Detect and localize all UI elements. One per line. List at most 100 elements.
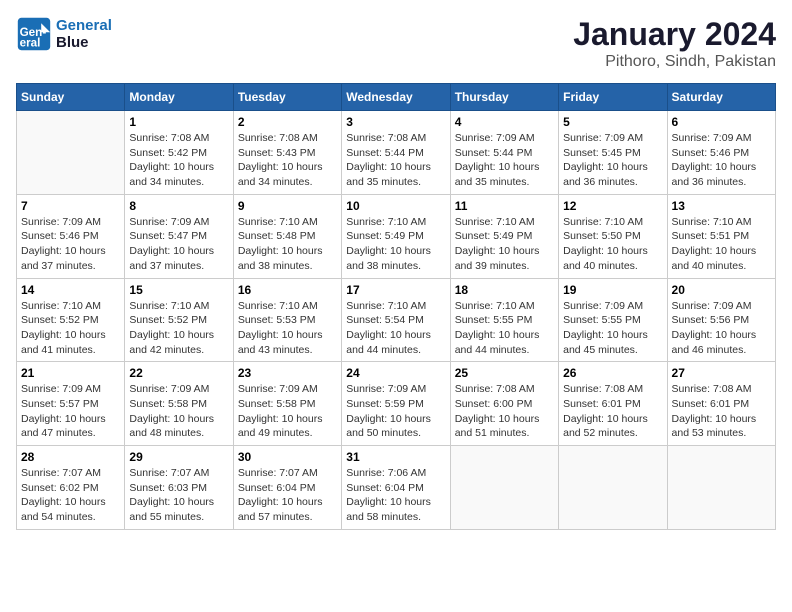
month-title: January 2024 [573,16,776,53]
calendar-day-cell: 16 Sunrise: 7:10 AMSunset: 5:53 PMDaylig… [233,278,341,362]
calendar-day-cell: 2 Sunrise: 7:08 AMSunset: 5:43 PMDayligh… [233,111,341,195]
calendar-day-cell: 19 Sunrise: 7:09 AMSunset: 5:55 PMDaylig… [559,278,667,362]
calendar-week-row: 1 Sunrise: 7:08 AMSunset: 5:42 PMDayligh… [17,111,776,195]
calendar-day-cell: 12 Sunrise: 7:10 AMSunset: 5:50 PMDaylig… [559,194,667,278]
day-number: 18 [455,283,554,297]
day-number: 1 [129,115,228,129]
day-number: 2 [238,115,337,129]
day-detail: Sunrise: 7:10 AMSunset: 5:55 PMDaylight:… [455,299,554,358]
day-number: 25 [455,366,554,380]
calendar-day-header: Thursday [450,84,558,111]
calendar-week-row: 28 Sunrise: 7:07 AMSunset: 6:02 PMDaylig… [17,446,776,530]
calendar-day-cell: 20 Sunrise: 7:09 AMSunset: 5:56 PMDaylig… [667,278,775,362]
day-number: 11 [455,199,554,213]
calendar-day-cell [450,446,558,530]
day-detail: Sunrise: 7:10 AMSunset: 5:49 PMDaylight:… [346,215,445,274]
day-number: 19 [563,283,662,297]
calendar-day-cell [559,446,667,530]
day-detail: Sunrise: 7:09 AMSunset: 5:46 PMDaylight:… [672,131,771,190]
day-number: 29 [129,450,228,464]
calendar-day-header: Saturday [667,84,775,111]
day-number: 7 [21,199,120,213]
day-number: 26 [563,366,662,380]
day-detail: Sunrise: 7:09 AMSunset: 5:45 PMDaylight:… [563,131,662,190]
day-detail: Sunrise: 7:09 AMSunset: 5:56 PMDaylight:… [672,299,771,358]
day-detail: Sunrise: 7:10 AMSunset: 5:48 PMDaylight:… [238,215,337,274]
calendar-day-cell: 23 Sunrise: 7:09 AMSunset: 5:58 PMDaylig… [233,362,341,446]
calendar-day-cell: 11 Sunrise: 7:10 AMSunset: 5:49 PMDaylig… [450,194,558,278]
title-area: January 2024 Pithoro, Sindh, Pakistan [573,16,776,71]
logo: Gen- eral General Blue [16,16,112,52]
calendar-day-cell: 6 Sunrise: 7:09 AMSunset: 5:46 PMDayligh… [667,111,775,195]
day-number: 17 [346,283,445,297]
calendar-week-row: 7 Sunrise: 7:09 AMSunset: 5:46 PMDayligh… [17,194,776,278]
day-detail: Sunrise: 7:10 AMSunset: 5:49 PMDaylight:… [455,215,554,274]
calendar-day-cell: 5 Sunrise: 7:09 AMSunset: 5:45 PMDayligh… [559,111,667,195]
calendar-day-cell: 27 Sunrise: 7:08 AMSunset: 6:01 PMDaylig… [667,362,775,446]
calendar-day-cell: 26 Sunrise: 7:08 AMSunset: 6:01 PMDaylig… [559,362,667,446]
day-number: 22 [129,366,228,380]
day-detail: Sunrise: 7:08 AMSunset: 5:43 PMDaylight:… [238,131,337,190]
day-detail: Sunrise: 7:10 AMSunset: 5:52 PMDaylight:… [21,299,120,358]
day-number: 30 [238,450,337,464]
svg-text:eral: eral [20,37,41,50]
day-detail: Sunrise: 7:09 AMSunset: 5:57 PMDaylight:… [21,382,120,441]
day-detail: Sunrise: 7:07 AMSunset: 6:02 PMDaylight:… [21,466,120,525]
calendar-day-cell: 29 Sunrise: 7:07 AMSunset: 6:03 PMDaylig… [125,446,233,530]
day-number: 15 [129,283,228,297]
day-number: 20 [672,283,771,297]
calendar-day-cell: 9 Sunrise: 7:10 AMSunset: 5:48 PMDayligh… [233,194,341,278]
calendar-day-cell: 13 Sunrise: 7:10 AMSunset: 5:51 PMDaylig… [667,194,775,278]
day-detail: Sunrise: 7:08 AMSunset: 6:01 PMDaylight:… [563,382,662,441]
calendar-day-cell: 3 Sunrise: 7:08 AMSunset: 5:44 PMDayligh… [342,111,450,195]
day-detail: Sunrise: 7:09 AMSunset: 5:46 PMDaylight:… [21,215,120,274]
day-detail: Sunrise: 7:07 AMSunset: 6:03 PMDaylight:… [129,466,228,525]
calendar-header-row: SundayMondayTuesdayWednesdayThursdayFrid… [17,84,776,111]
calendar-day-cell: 7 Sunrise: 7:09 AMSunset: 5:46 PMDayligh… [17,194,125,278]
day-number: 6 [672,115,771,129]
day-number: 10 [346,199,445,213]
calendar-day-cell: 10 Sunrise: 7:10 AMSunset: 5:49 PMDaylig… [342,194,450,278]
day-detail: Sunrise: 7:10 AMSunset: 5:52 PMDaylight:… [129,299,228,358]
calendar-day-cell: 30 Sunrise: 7:07 AMSunset: 6:04 PMDaylig… [233,446,341,530]
day-number: 8 [129,199,228,213]
logo-text: General Blue [56,17,112,51]
day-detail: Sunrise: 7:08 AMSunset: 5:44 PMDaylight:… [346,131,445,190]
day-number: 24 [346,366,445,380]
day-number: 14 [21,283,120,297]
day-detail: Sunrise: 7:09 AMSunset: 5:47 PMDaylight:… [129,215,228,274]
day-detail: Sunrise: 7:10 AMSunset: 5:51 PMDaylight:… [672,215,771,274]
day-number: 21 [21,366,120,380]
calendar-day-cell: 25 Sunrise: 7:08 AMSunset: 6:00 PMDaylig… [450,362,558,446]
day-number: 28 [21,450,120,464]
day-number: 13 [672,199,771,213]
calendar-week-row: 21 Sunrise: 7:09 AMSunset: 5:57 PMDaylig… [17,362,776,446]
calendar-day-cell: 24 Sunrise: 7:09 AMSunset: 5:59 PMDaylig… [342,362,450,446]
day-detail: Sunrise: 7:09 AMSunset: 5:58 PMDaylight:… [238,382,337,441]
calendar-day-header: Monday [125,84,233,111]
day-detail: Sunrise: 7:09 AMSunset: 5:58 PMDaylight:… [129,382,228,441]
day-detail: Sunrise: 7:08 AMSunset: 6:01 PMDaylight:… [672,382,771,441]
calendar-day-cell [667,446,775,530]
day-detail: Sunrise: 7:09 AMSunset: 5:55 PMDaylight:… [563,299,662,358]
day-detail: Sunrise: 7:09 AMSunset: 5:44 PMDaylight:… [455,131,554,190]
day-detail: Sunrise: 7:06 AMSunset: 6:04 PMDaylight:… [346,466,445,525]
calendar-day-cell: 22 Sunrise: 7:09 AMSunset: 5:58 PMDaylig… [125,362,233,446]
day-detail: Sunrise: 7:10 AMSunset: 5:50 PMDaylight:… [563,215,662,274]
calendar-day-cell [17,111,125,195]
logo-icon: Gen- eral [16,16,52,52]
day-number: 23 [238,366,337,380]
calendar-day-cell: 1 Sunrise: 7:08 AMSunset: 5:42 PMDayligh… [125,111,233,195]
day-number: 5 [563,115,662,129]
calendar-day-cell: 17 Sunrise: 7:10 AMSunset: 5:54 PMDaylig… [342,278,450,362]
calendar-day-cell: 14 Sunrise: 7:10 AMSunset: 5:52 PMDaylig… [17,278,125,362]
calendar-day-header: Wednesday [342,84,450,111]
calendar-day-cell: 8 Sunrise: 7:09 AMSunset: 5:47 PMDayligh… [125,194,233,278]
day-number: 31 [346,450,445,464]
page-header: Gen- eral General Blue January 2024 Pith… [16,16,776,71]
calendar-day-header: Tuesday [233,84,341,111]
location-title: Pithoro, Sindh, Pakistan [573,53,776,71]
day-number: 12 [563,199,662,213]
day-detail: Sunrise: 7:08 AMSunset: 5:42 PMDaylight:… [129,131,228,190]
calendar-day-header: Friday [559,84,667,111]
